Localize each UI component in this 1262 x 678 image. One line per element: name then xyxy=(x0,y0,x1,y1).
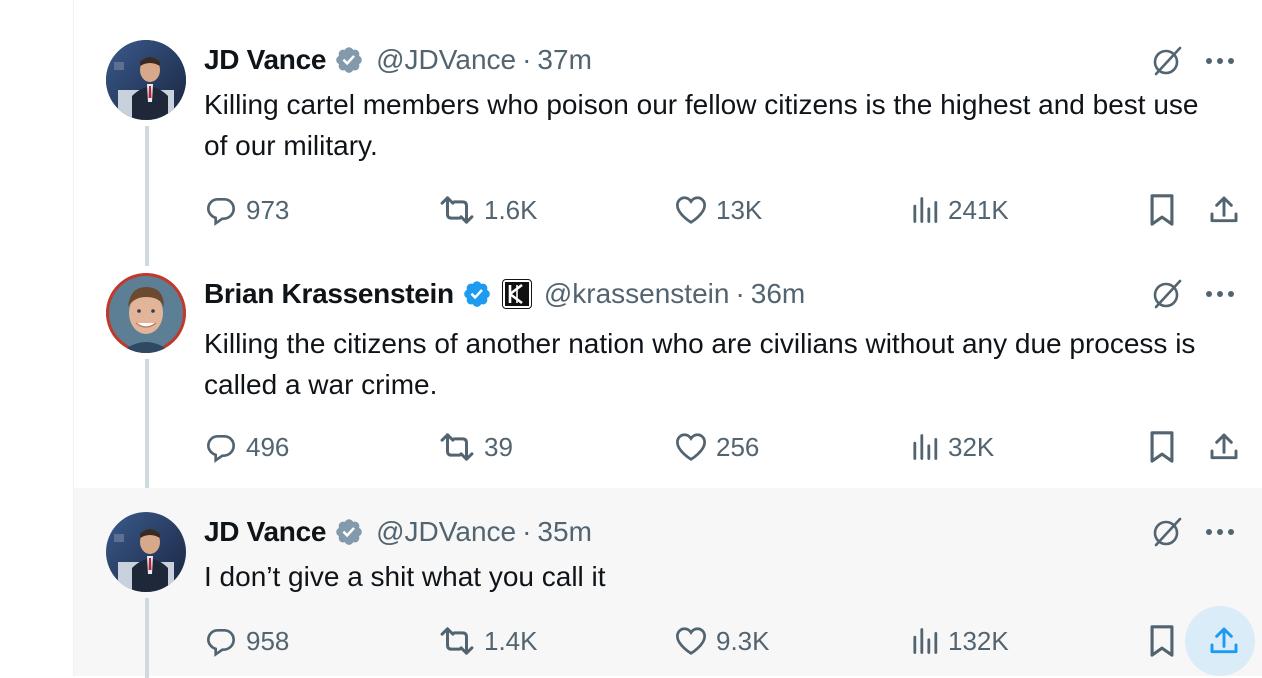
retweet-button[interactable]: 39 xyxy=(438,427,513,467)
share-icon xyxy=(1210,196,1238,223)
view-count: 241K xyxy=(948,194,1009,225)
grok-icon[interactable] xyxy=(1149,43,1185,79)
share-button[interactable] xyxy=(1204,427,1244,467)
blue-verified-icon[interactable] xyxy=(462,279,492,309)
separator-dot: · xyxy=(522,516,532,547)
k-affiliate-icon[interactable] xyxy=(501,279,532,309)
avatar-jdvance[interactable] xyxy=(106,512,186,592)
more-options-icon[interactable] xyxy=(1202,43,1238,79)
retweet-count: 1.6K xyxy=(484,194,538,225)
retweet-count: 1.4K xyxy=(484,625,538,656)
analytics-icon xyxy=(913,434,938,460)
reply-icon xyxy=(206,629,236,657)
more-options-icon[interactable] xyxy=(1202,276,1238,312)
heart-icon xyxy=(675,433,707,461)
like-count: 13K xyxy=(716,194,763,225)
author-name[interactable]: JD Vance xyxy=(204,516,326,548)
reply-button[interactable]: 973 xyxy=(204,190,289,230)
retweet-button[interactable]: 1.6K xyxy=(438,190,538,230)
gray-verified-icon[interactable] xyxy=(334,517,364,547)
tweet-text: Killing cartel members who poison our fe… xyxy=(204,89,1199,161)
avatar-jdvance[interactable] xyxy=(106,40,186,120)
heart-icon xyxy=(675,627,707,655)
gray-verified-icon[interactable] xyxy=(334,45,364,75)
grok-icon[interactable] xyxy=(1149,514,1185,550)
like-button[interactable]: 256 xyxy=(674,427,759,467)
action-bar: 496 39 256 32K xyxy=(204,427,1262,467)
reply-icon xyxy=(206,198,236,226)
author-name[interactable]: Brian Krassenstein xyxy=(204,278,454,310)
like-button[interactable]: 13K xyxy=(674,190,762,230)
grok-icon[interactable] xyxy=(1149,276,1185,312)
retweet-icon xyxy=(440,433,474,461)
author-handle[interactable]: @JDVance xyxy=(376,44,516,76)
analytics-icon xyxy=(913,197,938,223)
like-count: 256 xyxy=(716,431,760,462)
retweet-button[interactable]: 1.4K xyxy=(438,621,538,661)
bookmark-button[interactable] xyxy=(1142,621,1182,661)
reply-button[interactable]: 958 xyxy=(204,621,289,661)
bookmark-button[interactable] xyxy=(1142,427,1182,467)
thread-line xyxy=(145,359,149,504)
tweet-text: Killing the citizens of another nation w… xyxy=(204,328,1196,400)
views-button[interactable]: 241K xyxy=(910,190,1009,230)
tweet-1[interactable]: JD Vance @JDVance · 37m Killing cartel m… xyxy=(74,0,1262,266)
views-button[interactable]: 132K xyxy=(910,621,1009,661)
heart-icon xyxy=(675,196,707,224)
view-count: 132K xyxy=(948,625,1009,656)
separator-dot: · xyxy=(522,44,532,75)
reply-icon xyxy=(206,435,236,463)
retweet-icon xyxy=(440,627,474,655)
action-bar: 973 1.6K 13K 241K xyxy=(204,190,1262,230)
share-button[interactable] xyxy=(1204,621,1244,661)
thread-line xyxy=(145,126,149,266)
reply-count: 973 xyxy=(246,194,290,225)
share-icon xyxy=(1210,433,1238,460)
tweet-3[interactable]: JD Vance @JDVance · 35m I don’t give a s… xyxy=(74,488,1262,678)
separator-dot: · xyxy=(735,278,745,309)
share-button[interactable] xyxy=(1204,190,1244,230)
view-count: 32K xyxy=(948,431,995,462)
more-options-icon[interactable] xyxy=(1202,514,1238,550)
reply-button[interactable]: 496 xyxy=(204,427,289,467)
retweet-icon xyxy=(440,196,474,224)
tweet-2[interactable]: Brian Krassenstein @krassenstein · 36m K… xyxy=(74,255,1262,504)
retweet-count: 39 xyxy=(484,431,513,462)
bookmark-icon xyxy=(1150,625,1174,657)
thread-line xyxy=(145,598,149,678)
analytics-icon xyxy=(913,628,938,654)
like-button[interactable]: 9.3K xyxy=(674,621,770,661)
reply-count: 958 xyxy=(246,625,290,656)
bookmark-icon xyxy=(1150,194,1174,226)
tweet-header: Brian Krassenstein @krassenstein · 36m xyxy=(204,278,805,310)
reply-count: 496 xyxy=(246,431,290,462)
timestamp[interactable]: 35m xyxy=(537,516,591,548)
action-bar: 958 1.4K 9.3K 132K xyxy=(204,621,1262,661)
timestamp[interactable]: 37m xyxy=(537,44,591,76)
bookmark-button[interactable] xyxy=(1142,190,1182,230)
views-button[interactable]: 32K xyxy=(910,427,994,467)
share-icon xyxy=(1210,627,1238,654)
author-name[interactable]: JD Vance xyxy=(204,44,326,76)
avatar-krassenstein[interactable] xyxy=(106,273,186,353)
tweet-header: JD Vance @JDVance · 35m xyxy=(204,516,592,548)
tweet-text: I don’t give a shit what you call it xyxy=(204,561,606,592)
author-handle[interactable]: @krassenstein xyxy=(544,278,730,310)
like-count: 9.3K xyxy=(716,625,770,656)
timestamp[interactable]: 36m xyxy=(751,278,805,310)
bookmark-icon xyxy=(1150,431,1174,463)
tweet-header: JD Vance @JDVance · 37m xyxy=(204,44,592,76)
author-handle[interactable]: @JDVance xyxy=(376,516,516,548)
